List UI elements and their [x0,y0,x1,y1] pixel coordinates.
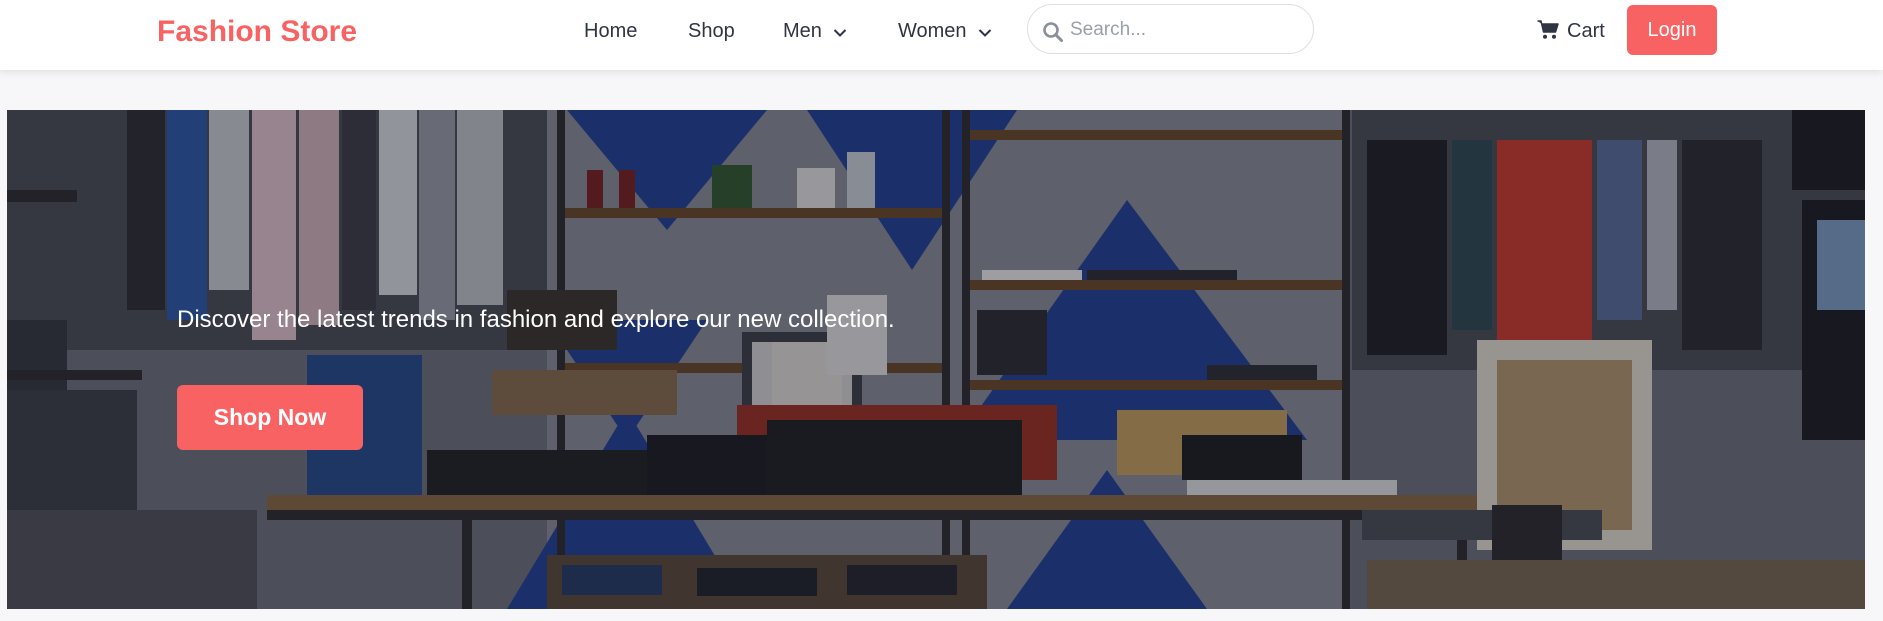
search-icon [1042,21,1064,48]
navbar: Fashion Store Home Shop Men Women Search… [0,0,1883,70]
nav-link-women[interactable]: Women [898,18,992,45]
shop-now-button[interactable]: Shop Now [177,385,363,450]
search-box[interactable] [1027,4,1314,54]
cart-label: Cart [1567,20,1605,42]
hero-overlay [7,110,1865,609]
nav-link-label: Shop [688,20,735,42]
cart-icon [1537,20,1559,47]
nav-link-label: Women [898,20,967,42]
brand-logo[interactable]: Fashion Store [157,12,357,52]
nav-link-label: Men [783,20,822,42]
nav-link-home[interactable]: Home [584,18,637,44]
nav-link-label: Home [584,20,638,42]
login-button[interactable]: Login [1627,5,1717,55]
chevron-down-icon [978,19,992,45]
search-input[interactable] [1068,14,1307,46]
hero-tagline: Discover the latest trends in fashion an… [177,306,895,333]
nav-link-men[interactable]: Men [783,18,847,45]
cart-link[interactable]: Cart [1537,18,1605,47]
chevron-down-icon [833,19,847,45]
nav-link-shop[interactable]: Shop [688,18,735,44]
hero-banner: Discover the latest trends in fashion an… [7,110,1865,609]
